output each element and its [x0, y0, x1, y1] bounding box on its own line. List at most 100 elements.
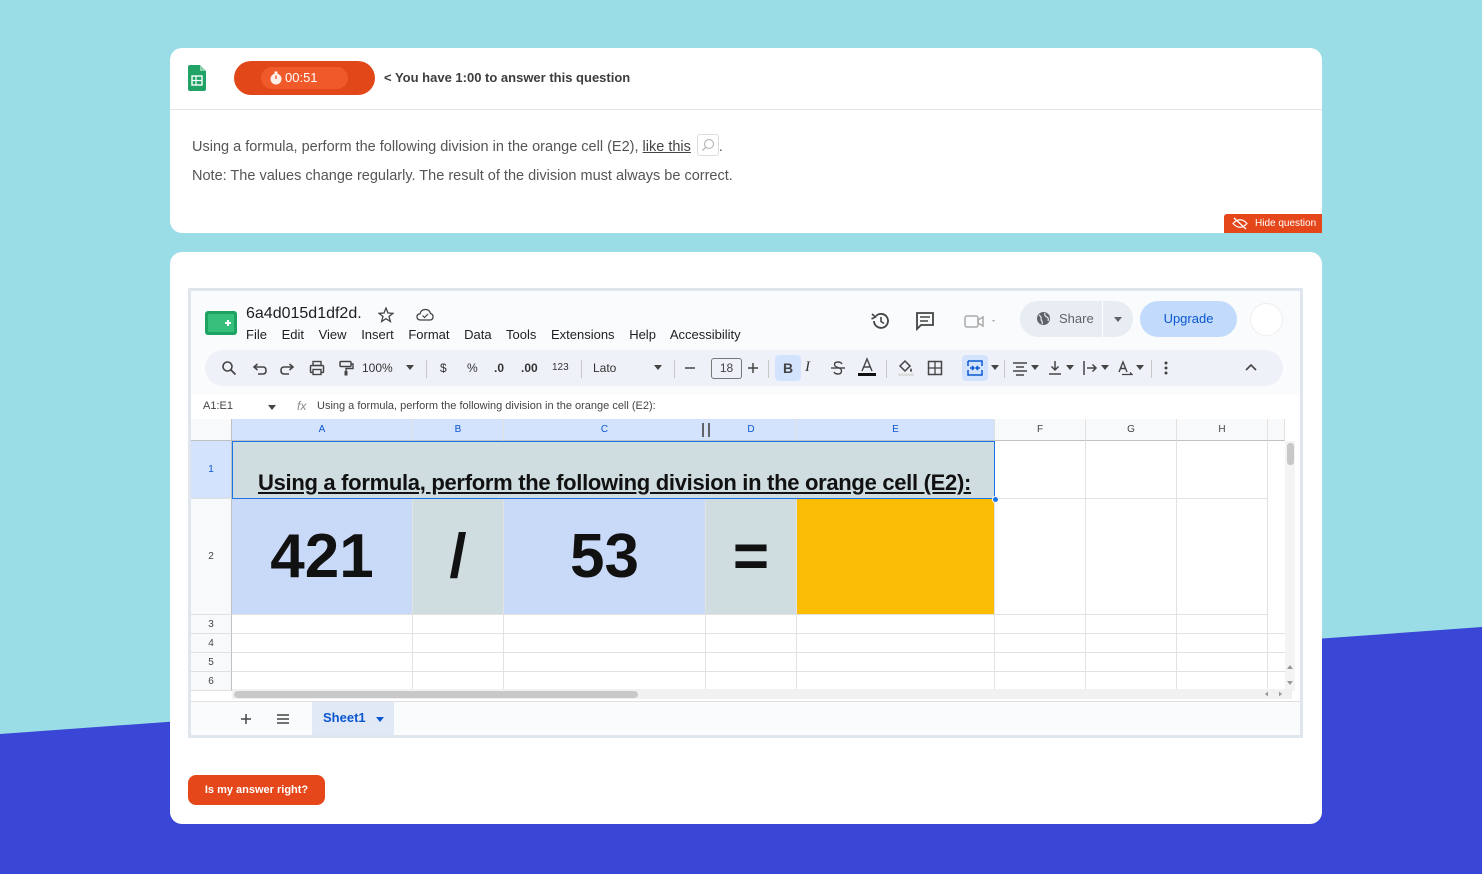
font-dropdown-icon[interactable]: [654, 365, 662, 370]
italic-button[interactable]: I: [805, 359, 810, 376]
cell-c2[interactable]: 53: [504, 499, 706, 615]
cell-f2[interactable]: [995, 499, 1086, 615]
text-wrapping-icon[interactable]: [1082, 360, 1098, 376]
add-sheet-icon[interactable]: [240, 713, 252, 725]
vertical-align-icon[interactable]: [1047, 360, 1063, 376]
column-resize-handle[interactable]: [700, 423, 712, 437]
currency-format-button[interactable]: $: [440, 361, 447, 375]
more-options-icon[interactable]: [1163, 360, 1169, 376]
text-color-icon[interactable]: [857, 357, 877, 377]
row-header-3[interactable]: 3: [191, 615, 232, 634]
borders-icon[interactable]: [927, 360, 943, 376]
like-this-link[interactable]: like this: [643, 139, 691, 155]
cell-g1[interactable]: [1086, 441, 1177, 499]
avatar[interactable]: [1250, 303, 1283, 336]
upgrade-button[interactable]: Upgrade: [1140, 301, 1237, 337]
cell-h2[interactable]: [1177, 499, 1268, 615]
cell-h1[interactable]: [1177, 441, 1268, 499]
chevron-up-icon[interactable]: [1245, 363, 1257, 371]
row-header-6[interactable]: 6: [191, 672, 232, 691]
chevron-down-icon[interactable]: [1114, 317, 1122, 322]
row-header-4[interactable]: 4: [191, 634, 232, 653]
merge-dropdown-icon[interactable]: [991, 365, 999, 370]
menu-data[interactable]: Data: [464, 327, 491, 342]
cell-b2[interactable]: /: [413, 499, 504, 615]
sheet-tab-sheet1[interactable]: Sheet1: [312, 702, 394, 735]
font-size-input[interactable]: 18: [711, 358, 742, 379]
menu-help[interactable]: Help: [629, 327, 656, 342]
scroll-arrows-icon[interactable]: [1261, 690, 1285, 698]
menu-insert[interactable]: Insert: [361, 327, 394, 342]
undo-icon[interactable]: [251, 360, 267, 376]
cell-a1-e1[interactable]: Using a formula, perform the following d…: [232, 441, 995, 499]
menu-tools[interactable]: Tools: [506, 327, 536, 342]
row-header-5[interactable]: 5: [191, 653, 232, 672]
more-formats-button[interactable]: 123: [552, 362, 569, 373]
menu-format[interactable]: Format: [408, 327, 449, 342]
version-history-icon[interactable]: [869, 311, 891, 331]
column-header-g[interactable]: G: [1086, 419, 1177, 441]
formula-input[interactable]: Using a formula, perform the following d…: [317, 400, 656, 412]
check-answer-button[interactable]: Is my answer right?: [188, 775, 325, 805]
answer-cell-e2[interactable]: [797, 499, 995, 615]
redo-icon[interactable]: [280, 360, 296, 376]
menu-edit[interactable]: Edit: [282, 327, 304, 342]
cell-a2[interactable]: 421: [232, 499, 413, 615]
menu-file[interactable]: File: [246, 327, 267, 342]
cell-f1[interactable]: [995, 441, 1086, 499]
text-rotation-icon[interactable]: [1117, 360, 1133, 376]
merge-cells-button[interactable]: [962, 355, 988, 381]
plus-icon[interactable]: [747, 362, 759, 374]
increase-decimal-button[interactable]: .00: [521, 361, 538, 375]
all-sheets-icon[interactable]: [276, 714, 290, 724]
minus-icon[interactable]: [684, 362, 696, 374]
row-header-1[interactable]: 1: [191, 441, 232, 499]
hide-question-button[interactable]: Hide question: [1224, 214, 1322, 233]
strikethrough-icon[interactable]: [830, 360, 846, 376]
print-icon[interactable]: [309, 360, 325, 376]
font-select[interactable]: Lato: [593, 361, 616, 375]
column-header-c[interactable]: C: [504, 419, 706, 441]
percent-format-button[interactable]: %: [467, 361, 478, 375]
menu-extensions[interactable]: Extensions: [551, 327, 615, 342]
name-box-dropdown-icon[interactable]: [268, 405, 276, 410]
zoom-select[interactable]: 100%: [362, 361, 393, 375]
empty-rows-grid[interactable]: [232, 615, 1285, 691]
cloud-status-icon[interactable]: [416, 308, 434, 322]
document-title[interactable]: 6a4d015d1df2d.: [246, 305, 362, 323]
name-box[interactable]: A1:E1: [203, 400, 233, 412]
bold-button[interactable]: B: [775, 355, 801, 381]
halign-dropdown-icon[interactable]: [1031, 365, 1039, 370]
zoom-dropdown-icon[interactable]: [406, 365, 414, 370]
column-header-d[interactable]: D: [706, 419, 797, 441]
paint-format-icon[interactable]: [338, 360, 354, 376]
decrease-decimal-button[interactable]: .0: [494, 361, 504, 375]
row-header-2[interactable]: 2: [191, 499, 232, 615]
fill-color-icon[interactable]: [897, 358, 915, 376]
column-header-b[interactable]: B: [413, 419, 504, 441]
comments-icon[interactable]: [915, 311, 935, 331]
horizontal-scroll-thumb[interactable]: [234, 691, 638, 698]
wrap-dropdown-icon[interactable]: [1101, 365, 1109, 370]
valign-dropdown-icon[interactable]: [1066, 365, 1074, 370]
star-icon[interactable]: [378, 307, 394, 323]
column-header-a[interactable]: A: [232, 419, 413, 441]
menu-view[interactable]: View: [319, 327, 347, 342]
column-header-f[interactable]: F: [995, 419, 1086, 441]
horizontal-scrollbar[interactable]: [232, 689, 1292, 699]
menu-accessibility[interactable]: Accessibility: [670, 327, 741, 342]
horizontal-align-icon[interactable]: [1012, 360, 1028, 376]
magnifier-icon[interactable]: [696, 134, 719, 156]
selection-fill-handle[interactable]: [992, 496, 999, 503]
rotation-dropdown-icon[interactable]: [1136, 365, 1144, 370]
sheets-doc-icon[interactable]: [205, 311, 237, 335]
share-button[interactable]: Share: [1020, 301, 1133, 337]
vertical-scrollbar[interactable]: [1285, 441, 1295, 691]
cell-g2[interactable]: [1086, 499, 1177, 615]
sheet-tab-dropdown-icon[interactable]: [376, 717, 384, 722]
cell-d2[interactable]: =: [706, 499, 797, 615]
column-header-h[interactable]: H: [1177, 419, 1268, 441]
select-all-corner[interactable]: [191, 419, 232, 441]
search-icon[interactable]: [221, 360, 237, 376]
meet-video-icon[interactable]: [963, 311, 999, 331]
